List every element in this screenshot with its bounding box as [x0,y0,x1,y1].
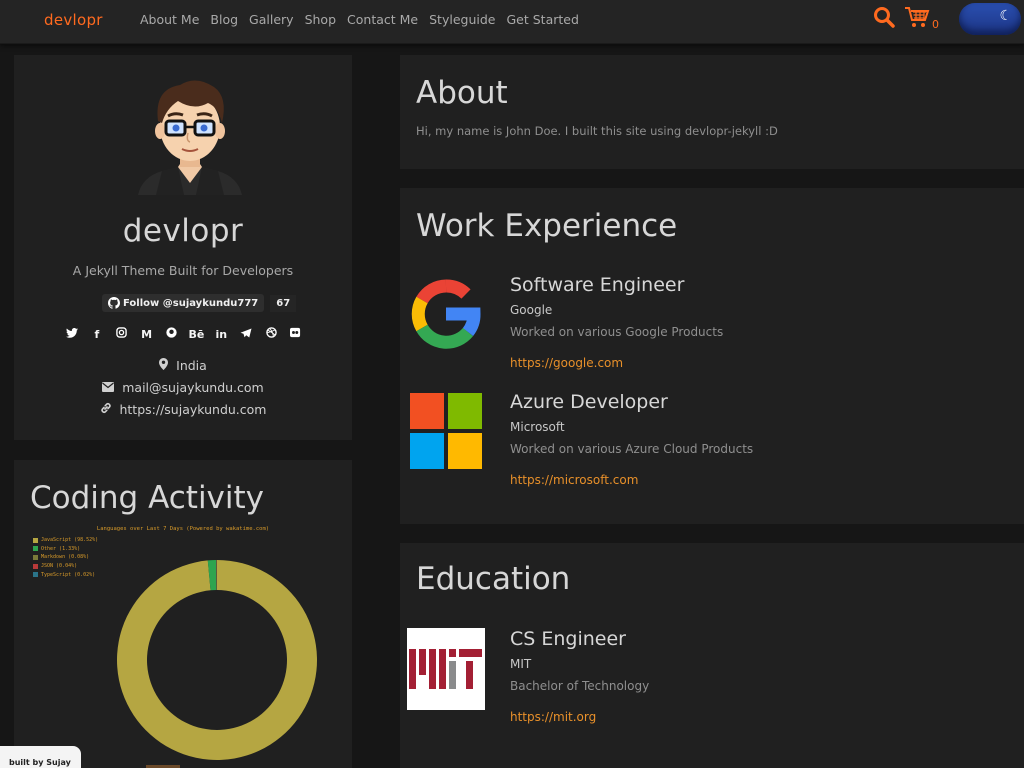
legend-swatch-markdown [33,554,38,560]
instagram-icon[interactable] [114,327,130,341]
work-role: Software Engineer [510,274,685,296]
medium-icon[interactable]: M [139,328,155,341]
legend-item: JavaScript (98.52%) [33,536,98,545]
search-icon[interactable] [872,5,896,33]
nav-link-get-started[interactable]: Get Started [506,12,578,27]
mit-logo [407,628,485,710]
cart-count: 0 [932,17,939,31]
work-desc: Worked on various Azure Cloud Products [510,442,754,456]
nav-link-styleguide[interactable]: Styleguide [429,12,495,27]
nav-link-gallery[interactable]: Gallery [249,12,294,27]
main-menu: About Me Blog Gallery Shop Contact Me St… [140,12,590,27]
avatar [138,71,242,199]
education-heading: Education [416,561,571,597]
legend-label: JavaScript (98.52%) [41,537,99,544]
flickr-icon[interactable] [288,327,304,341]
github-follow-button[interactable]: Follow @sujaykundu777 [102,294,265,312]
twitter-icon[interactable] [64,327,80,341]
website-line: https://sujaykundu.com [14,402,352,417]
top-navbar: devlopr About Me Blog Gallery Shop Conta… [0,0,1024,44]
education-link[interactable]: https://mit.org [510,710,649,724]
legend-swatch-javascript [33,537,38,543]
profile-tagline: A Jekyll Theme Built for Developers [72,263,294,278]
envelope-icon [102,380,118,395]
chart-legend: JavaScript (98.52%) Other (1.33%) Markdo… [33,536,98,579]
legend-label: Other (1.33%) [41,545,81,552]
legend-item: Other (1.33%) [33,545,98,554]
work-org: Google [510,303,553,317]
facebook-icon[interactable]: f [89,328,105,341]
work-item-microsoft: Azure Developer Microsoft Worked on vari… [510,391,753,487]
legend-swatch-typescript [33,572,38,578]
legend-swatch-other [33,546,38,552]
languages-donut-chart [117,560,317,760]
chart-title: Languages over Last 7 Days (Powered by w… [96,526,270,532]
website-link[interactable]: https://sujaykundu.com [119,402,266,417]
work-experience-heading: Work Experience [416,208,678,244]
microsoft-logo [410,393,482,473]
work-link[interactable]: https://microsoft.com [510,473,753,487]
telegram-icon[interactable] [238,328,254,341]
profile-title: devlopr [122,213,244,249]
behance-icon[interactable]: Bē [188,328,204,341]
link-icon [100,402,116,417]
legend-label: JSON (0.04%) [41,563,78,570]
nav-icons: 0 [872,5,939,33]
location-text: India [176,358,207,373]
education-school: MIT [510,657,532,671]
legend-label: TypeScript (0.02%) [41,571,96,578]
built-by-badge[interactable]: built by Sujay [0,746,81,768]
dribbble-icon[interactable] [263,327,279,341]
work-link[interactable]: https://google.com [510,356,723,370]
github-icon [108,297,120,309]
google-logo [410,276,482,356]
education-degree-title: CS Engineer [510,628,626,650]
work-org: Microsoft [510,420,565,434]
nav-link-contact[interactable]: Contact Me [347,12,418,27]
education-card: Education CS Engineer MIT Bachelor of Te… [400,543,1024,768]
github-follow-widget: Follow @sujaykundu777 67 [102,294,297,312]
about-heading: About [416,75,508,111]
work-item-google: Software Engineer Google Worked on vario… [510,274,723,370]
github-icon[interactable] [164,327,180,341]
work-desc: Worked on various Google Products [510,325,724,339]
brand-logo[interactable]: devlopr [44,11,103,29]
coding-activity-heading: Coding Activity [30,480,265,516]
legend-item: TypeScript (0.02%) [33,570,98,579]
work-experience-card: Work Experience Software Engineer Google… [400,188,1024,524]
moon-icon: ☾ [999,8,1012,24]
theme-toggle[interactable]: ☾ [959,3,1021,35]
work-role: Azure Developer [510,391,668,413]
coding-activity-card: Coding Activity Languages over Last 7 Da… [14,460,352,768]
linkedin-icon[interactable]: in [213,328,229,341]
location-line: India [14,358,352,373]
nav-link-blog[interactable]: Blog [210,12,238,27]
map-pin-icon [159,358,172,373]
about-card: About Hi, my name is John Doe. I built t… [400,55,1024,169]
education-desc: Bachelor of Technology [510,679,650,693]
education-item-mit: CS Engineer MIT Bachelor of Technology h… [510,628,649,724]
legend-label: Markdown (0.08%) [41,554,90,561]
social-links: f M Bē in [64,327,304,341]
legend-swatch-json [33,563,38,569]
github-follow-label: Follow @sujaykundu777 [123,297,259,309]
legend-item: Markdown (0.08%) [33,553,98,562]
email-line: mail@sujaykundu.com [14,380,352,395]
github-follower-count[interactable]: 67 [270,294,297,312]
email-link[interactable]: mail@sujaykundu.com [122,380,263,395]
nav-link-about[interactable]: About Me [140,12,199,27]
cart-icon[interactable] [904,5,930,33]
about-text: Hi, my name is John Doe. I built this si… [416,124,778,138]
profile-card: devlopr A Jekyll Theme Built for Develop… [14,55,352,440]
nav-link-shop[interactable]: Shop [305,12,336,27]
legend-item: JSON (0.04%) [33,562,98,571]
